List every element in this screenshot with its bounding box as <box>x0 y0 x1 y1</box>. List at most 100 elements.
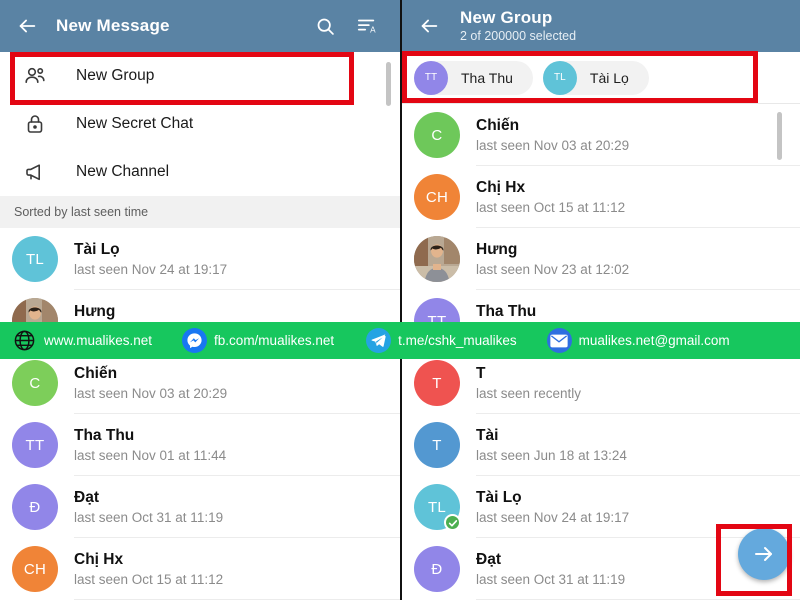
avatar: CH <box>414 174 460 220</box>
right-panel-new-group: New Group 2 of 200000 selected TT Tha Thu… <box>400 0 800 600</box>
contact-status: last seen recently <box>476 385 582 401</box>
contact-name: Chị Hx <box>476 179 526 197</box>
contact-status: last seen Nov 03 at 20:29 <box>74 385 228 401</box>
selected-chip[interactable]: TL Tài Lọ <box>542 60 649 95</box>
contact-status: last seen Oct 31 at 11:19 <box>74 509 224 525</box>
contact-row[interactable]: TT Tha Thu last seen Nov 01 at 11:44 <box>0 414 400 476</box>
sort-alpha-icon[interactable]: A <box>350 9 384 43</box>
avatar-initials: CH <box>23 560 47 578</box>
left-scrollbar-thumb[interactable] <box>386 62 391 106</box>
contact-row[interactable]: C Chiến last seen Nov 03 at 20:29 <box>402 104 800 166</box>
contact-row[interactable]: T Tlast seen recently <box>402 352 800 414</box>
avatar: Đ <box>414 546 460 592</box>
avatar-initials: T <box>432 436 442 454</box>
right-scrollbar-thumb[interactable] <box>777 112 782 160</box>
telegram-icon <box>366 328 392 353</box>
contact-text: Tlast seen recently <box>476 364 581 402</box>
avatar: CH <box>12 546 58 592</box>
banner-item: t.me/cshk_mualikes <box>366 328 517 353</box>
contact-name: Tha Thu <box>74 427 135 445</box>
contact-row[interactable]: CH Chị Hx last seen Oct 15 at 11:12 <box>402 166 800 228</box>
contact-text: Chiến last seen Nov 03 at 20:29 <box>74 364 227 402</box>
contact-text: Tha Thu last seen Nov 01 at 11:44 <box>74 426 226 464</box>
contact-text: Hưng last seen Nov 23 at 12:02 <box>476 240 629 278</box>
contact-status: last seen Nov 24 at 19:17 <box>74 261 228 277</box>
contact-row[interactable]: T Tài last seen Jun 18 at 13:24 <box>402 414 800 476</box>
avatar-initials: T <box>432 374 442 392</box>
action-new-group[interactable]: New Group <box>0 52 400 100</box>
contact-name: Chiến <box>74 365 118 383</box>
avatar-photo <box>414 236 460 282</box>
contact-status: last seen Nov 03 at 20:29 <box>476 137 630 153</box>
contact-status: last seen Jun 18 at 13:24 <box>476 447 627 463</box>
contact-status: last seen Oct 31 at 11:19 <box>476 571 626 587</box>
action-new-channel[interactable]: New Channel <box>0 148 400 196</box>
contact-text: Đạt last seen Oct 31 at 11:19 <box>74 488 223 526</box>
left-contact-list[interactable]: TL Tài Lọ last seen Nov 24 at 19:17 Hưng las… <box>0 228 400 600</box>
search-icon[interactable] <box>308 9 342 43</box>
screenshot-root: New Message A New Group New Secret Chat <box>0 0 800 600</box>
contact-name: T <box>476 365 486 383</box>
contact-name: Tài <box>476 427 499 445</box>
contact-text: Đạt last seen Oct 31 at 11:19 <box>476 550 625 588</box>
contact-row[interactable]: TL Tài Lọ last seen Nov 24 at 19:17 <box>0 228 400 290</box>
avatar: T <box>414 422 460 468</box>
banner-text: www.mualikes.net <box>44 333 153 348</box>
banner-item: mualikes.net@gmail.com <box>546 328 730 353</box>
action-label: New Channel <box>76 163 170 180</box>
contact-row[interactable]: CH Chị Hx last seen Oct 15 at 11:12 <box>0 538 400 600</box>
contact-row[interactable]: C Chiến last seen Nov 03 at 20:29 <box>0 352 400 414</box>
selected-chips-bar[interactable]: TT Tha Thu TL Tài Lọ <box>402 52 800 104</box>
avatar-initials: C <box>431 126 443 144</box>
svg-text:A: A <box>370 25 376 34</box>
banner-item: www.mualikes.net <box>12 328 152 353</box>
watermark-banner: www.mualikes.net fb.com/mualikes.net t.me/… <box>0 322 800 359</box>
left-appbar: New Message A <box>0 0 400 52</box>
contact-row[interactable]: Hưng last seen Nov 23 at 12:02 <box>402 228 800 290</box>
avatar-initials: TL <box>427 498 447 516</box>
right-title-block: New Group 2 of 200000 selected <box>460 8 576 44</box>
contact-name: Hưng <box>74 303 116 321</box>
avatar-initials: C <box>29 374 41 392</box>
action-new-secret-chat[interactable]: New Secret Chat <box>0 100 400 148</box>
chip-avatar: TT <box>414 60 448 95</box>
selection-count: 2 of 200000 selected <box>460 29 577 44</box>
action-label: New Group <box>76 67 155 84</box>
banner-text: mualikes.net@gmail.com <box>578 333 730 348</box>
avatar: TL <box>12 236 58 282</box>
contact-name: Chiến <box>476 117 520 135</box>
back-icon[interactable] <box>412 9 446 43</box>
contact-status: last seen Oct 15 at 11:12 <box>476 199 626 215</box>
banner-text: t.me/cshk_mualikes <box>398 333 517 348</box>
avatar: Đ <box>12 484 58 530</box>
back-icon[interactable] <box>10 9 44 43</box>
contact-name: Tha Thu <box>476 303 537 321</box>
avatar-initials: Đ <box>431 560 443 578</box>
megaphone-icon <box>18 155 52 189</box>
selected-chip[interactable]: TT Tha Thu <box>414 60 533 95</box>
contact-status: last seen Nov 24 at 19:17 <box>476 509 630 525</box>
contact-name: Đạt <box>476 551 501 569</box>
mail-icon <box>546 328 572 353</box>
avatar-initials: CH <box>425 188 449 206</box>
avatar: TT <box>12 422 58 468</box>
contact-name: Tài Lọ <box>476 489 522 507</box>
contact-row[interactable]: Đ Đạt last seen Oct 31 at 11:19 <box>0 476 400 538</box>
left-panel-new-message: New Message A New Group New Secret Chat <box>0 0 400 600</box>
avatar <box>414 236 460 282</box>
contact-status: last seen Nov 01 at 11:44 <box>74 447 227 463</box>
contact-row[interactable]: TL Tài Lọ last seen Nov 24 at 19:17 <box>402 476 800 538</box>
contact-name: Chị Hx <box>74 551 124 569</box>
section-header-sorted: Sorted by last seen time <box>0 196 400 228</box>
page-title: New Message <box>56 16 170 35</box>
banner-item: fb.com/mualikes.net <box>182 328 334 353</box>
contact-text: Chiến last seen Nov 03 at 20:29 <box>476 116 629 154</box>
next-button[interactable] <box>738 528 790 580</box>
chip-label: Tài Lọ <box>589 69 629 86</box>
contact-text: Tài Lọ last seen Nov 24 at 19:17 <box>74 240 227 278</box>
avatar-initials: Đ <box>29 498 41 516</box>
avatar: C <box>414 112 460 158</box>
contact-text: Tài Lọ last seen Nov 24 at 19:17 <box>476 488 629 526</box>
action-label: New Secret Chat <box>76 115 194 132</box>
people-icon <box>18 59 52 93</box>
